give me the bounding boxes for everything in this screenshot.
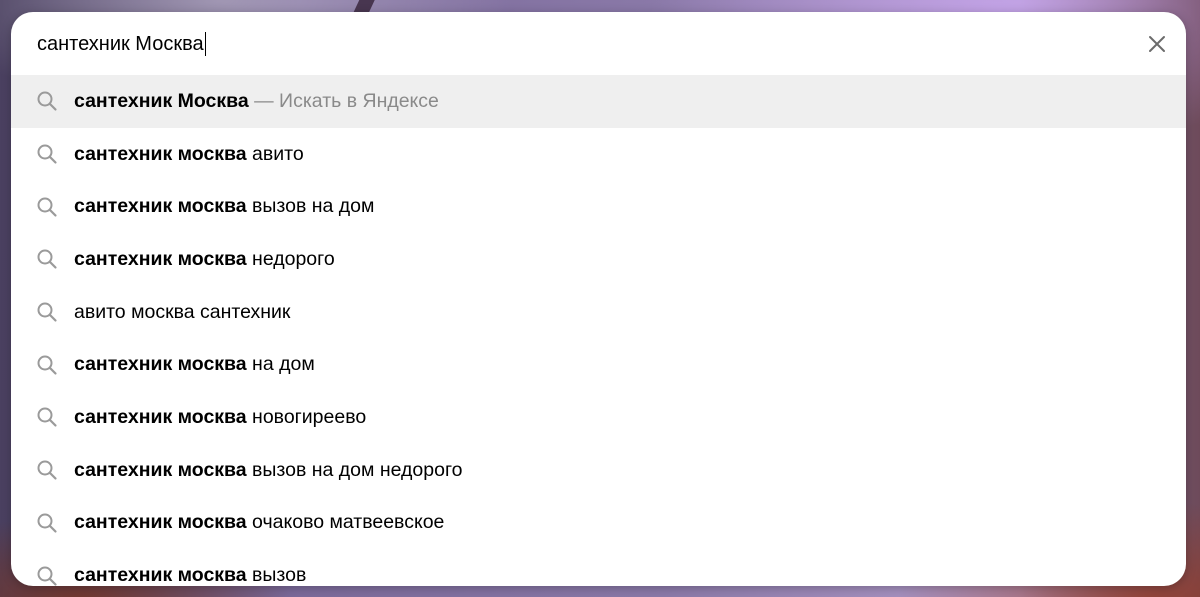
search-input[interactable]: сантехник Москва bbox=[37, 32, 207, 56]
suggestion-label: сантехник москва на дом bbox=[74, 353, 315, 376]
suggestion-item[interactable]: сантехник москва очаково матвеевское bbox=[11, 497, 1186, 550]
suggestion-label: сантехник москва вызов на дом bbox=[74, 195, 375, 218]
search-icon bbox=[37, 91, 57, 111]
suggestion-item[interactable]: сантехник москва вызов bbox=[11, 549, 1186, 586]
search-icon bbox=[37, 460, 57, 480]
close-button[interactable] bbox=[1144, 31, 1170, 57]
suggestion-list: сантехник Москва — Искать в Яндексе сант… bbox=[11, 75, 1186, 586]
search-icon bbox=[37, 302, 57, 322]
suggestion-label: сантехник москва вызов bbox=[74, 564, 307, 586]
search-icon bbox=[37, 144, 57, 164]
suggestion-label: сантехник москва очаково матвеевское bbox=[74, 511, 445, 534]
suggestion-label: авито москва сантехник bbox=[74, 300, 291, 323]
suggestion-item[interactable]: сантехник Москва — Искать в Яндексе bbox=[11, 75, 1186, 128]
suggestion-item[interactable]: сантехник москва вызов на дом bbox=[11, 180, 1186, 233]
search-suggest-panel: сантехник Москва сантехник Москва — Иска… bbox=[11, 12, 1186, 586]
suggestion-item[interactable]: сантехник москва на дом bbox=[11, 338, 1186, 391]
suggestion-label: сантехник москва недорого bbox=[74, 247, 335, 270]
suggestion-item[interactable]: сантехник москва недорого bbox=[11, 233, 1186, 286]
suggestion-label: сантехник москва новогиреево bbox=[74, 405, 367, 428]
suggestion-item[interactable]: сантехник москва новогиреево bbox=[11, 391, 1186, 444]
suggestion-item[interactable]: авито москва сантехник bbox=[11, 286, 1186, 339]
close-icon bbox=[1149, 36, 1165, 52]
search-icon bbox=[37, 355, 57, 375]
suggestion-hint: — Искать в Яндексе bbox=[248, 89, 439, 112]
suggestion-label: сантехник москва авито bbox=[74, 142, 304, 165]
search-query-text: сантехник Москва bbox=[37, 33, 204, 55]
search-icon bbox=[37, 249, 57, 270]
search-bar: сантехник Москва bbox=[11, 12, 1186, 75]
suggestion-item[interactable]: сантехник москва авито bbox=[11, 128, 1186, 181]
text-caret bbox=[204, 32, 207, 56]
search-icon bbox=[37, 197, 57, 217]
search-icon bbox=[37, 513, 57, 533]
suggestion-item[interactable]: сантехник москва вызов на дом недорого bbox=[11, 444, 1186, 497]
suggestion-label: сантехник Москва — Искать в Яндексе bbox=[74, 89, 439, 112]
search-icon bbox=[37, 566, 57, 586]
suggestion-label: сантехник москва вызов на дом недорого bbox=[74, 458, 463, 481]
search-icon bbox=[37, 407, 57, 428]
